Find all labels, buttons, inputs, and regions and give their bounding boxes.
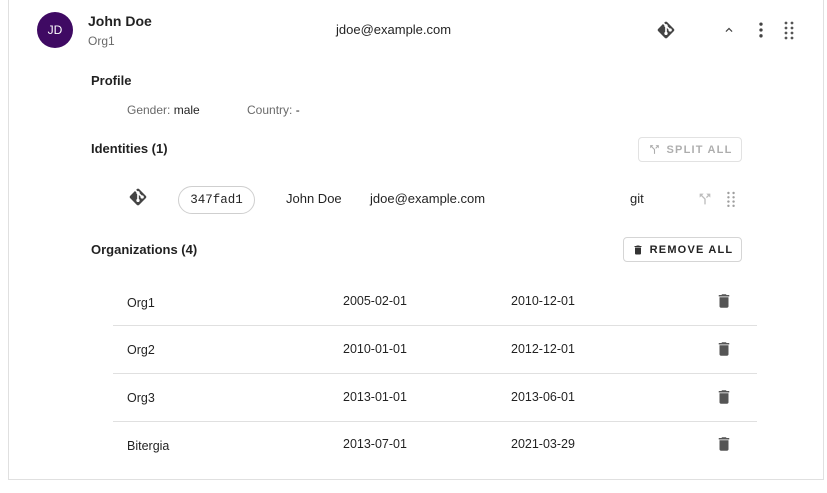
individual-email: jdoe@example.com — [336, 22, 452, 37]
organization-start-date[interactable]: 2010-01-01 — [343, 342, 407, 356]
country-value: - — [295, 103, 300, 117]
split-icon — [648, 143, 661, 156]
country-field: Country: - — [247, 103, 300, 117]
remove-all-button[interactable]: REMOVE ALL — [623, 237, 742, 262]
individual-card: JD John Doe Org1 jdoe@example.com Profil… — [8, 0, 824, 480]
individual-organization: Org1 — [88, 34, 115, 48]
organization-row: Org1 2005-02-01 2010-12-01 — [113, 278, 757, 326]
gender-label: Gender: — [127, 103, 171, 117]
gender-value: male — [173, 103, 200, 117]
organization-name: Org1 — [127, 296, 155, 310]
chevron-up-icon[interactable] — [717, 18, 741, 42]
more-vert-icon[interactable] — [749, 18, 773, 42]
identity-uuid: 347fad1 — [190, 193, 243, 207]
organization-end-date[interactable]: 2010-12-01 — [511, 294, 575, 308]
organization-row: Org3 2013-01-01 2013-06-01 — [113, 374, 757, 422]
identity-source: git — [630, 191, 644, 206]
organizations-title: Organizations (4) — [91, 242, 198, 257]
drag-handle-icon[interactable] — [777, 18, 801, 42]
organization-end-date[interactable]: 2021-03-29 — [511, 437, 575, 451]
organization-row: Org2 2010-01-01 2012-12-01 — [113, 326, 757, 374]
remove-all-label: REMOVE ALL — [649, 243, 734, 256]
trash-icon[interactable] — [715, 292, 733, 315]
trash-icon — [632, 244, 644, 256]
organization-start-date[interactable]: 2005-02-01 — [343, 294, 407, 308]
gender-field: Gender: male — [127, 103, 200, 117]
drag-handle-icon[interactable] — [721, 188, 741, 210]
git-diamond-icon — [126, 185, 150, 209]
identities-title: Identities (1) — [91, 141, 168, 156]
organization-start-date[interactable]: 2013-07-01 — [343, 437, 407, 451]
profile-title: Profile — [91, 73, 132, 88]
organization-start-date[interactable]: 2013-01-01 — [343, 390, 407, 404]
avatar: JD — [37, 12, 73, 48]
organization-end-date[interactable]: 2012-12-01 — [511, 342, 575, 356]
organization-name: Org3 — [127, 391, 155, 405]
individual-name: John Doe — [88, 13, 152, 29]
country-label: Country: — [247, 103, 293, 117]
identity-email: jdoe@example.com — [370, 191, 486, 206]
git-diamond-icon — [654, 18, 678, 42]
organization-end-date[interactable]: 2013-06-01 — [511, 390, 575, 404]
split-all-label: SPLIT ALL — [666, 143, 733, 156]
split-identity-icon[interactable] — [693, 187, 717, 211]
organization-name: Org2 — [127, 343, 155, 357]
organization-name: Bitergia — [127, 439, 170, 453]
organization-row: Bitergia 2013-07-01 2021-03-29 — [113, 422, 757, 470]
avatar-initials: JD — [47, 23, 63, 37]
identity-name: John Doe — [286, 191, 342, 206]
split-all-button[interactable]: SPLIT ALL — [638, 137, 742, 162]
trash-icon[interactable] — [715, 388, 733, 411]
trash-icon[interactable] — [715, 340, 733, 363]
identity-uuid-chip[interactable]: 347fad1 — [178, 186, 255, 214]
trash-icon[interactable] — [715, 435, 733, 458]
